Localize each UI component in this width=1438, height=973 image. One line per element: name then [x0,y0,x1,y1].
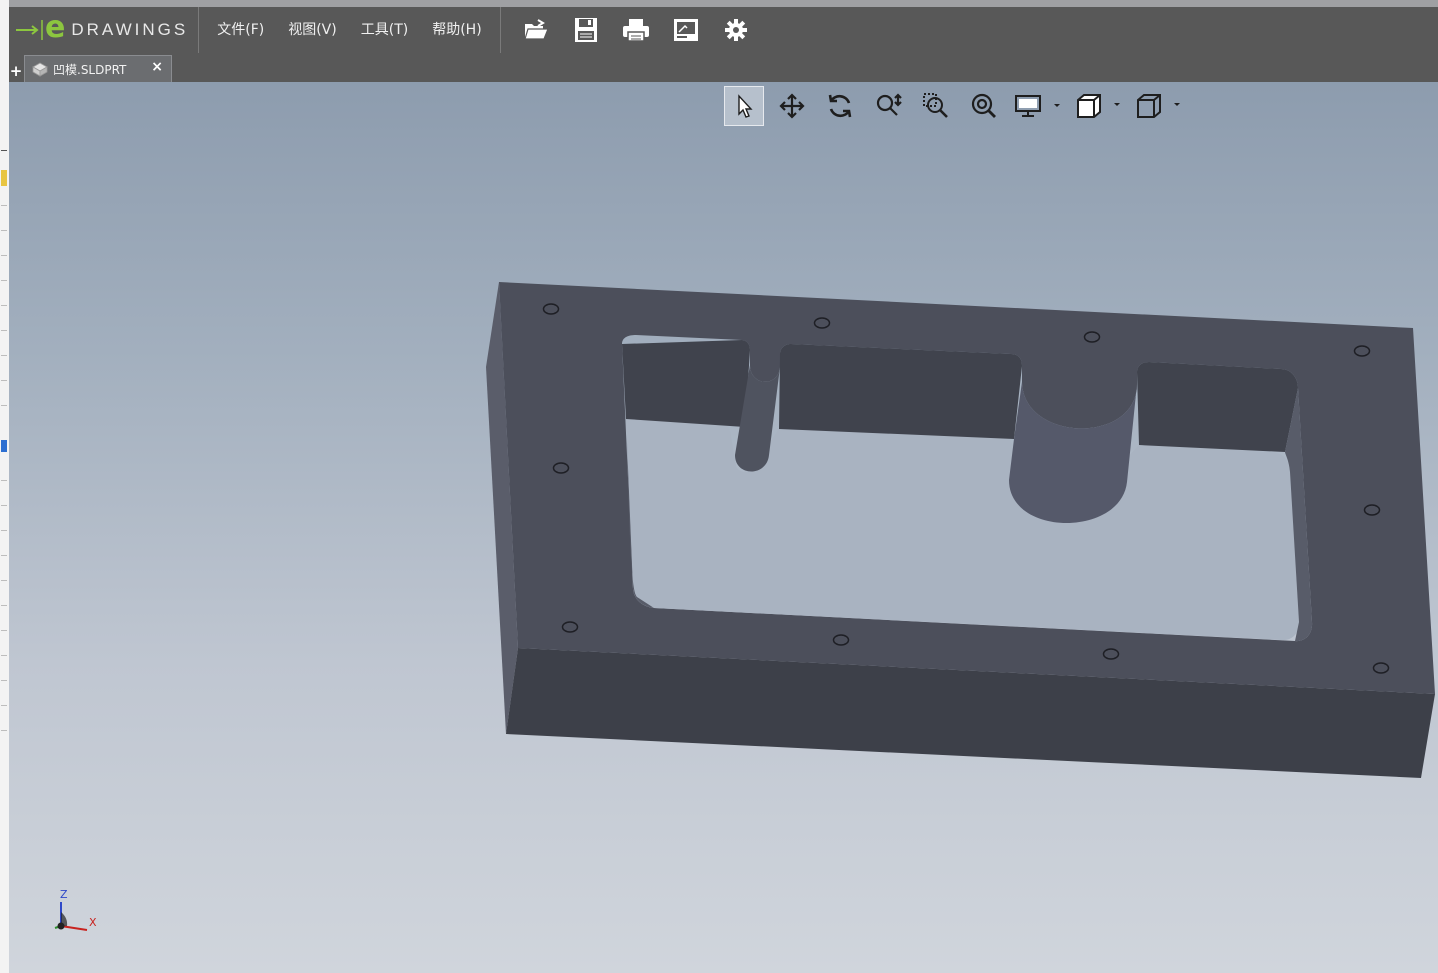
menu-bar: 文件(F) 视图(V) 工具(T) 帮助(H) [199,7,501,53]
tab-document[interactable]: 凹模.SLDPRT × [24,55,172,82]
graphics-viewport[interactable]: Z X [9,82,1438,973]
logo-arrow-icon [15,20,45,40]
edrawings-logo: e DRAWINGS [9,7,200,53]
pocket-wall-back-left [622,340,750,427]
logo-e: e [45,10,66,45]
tab-close-icon[interactable]: × [151,59,163,75]
triad-x-label: X [89,916,97,929]
menu-view[interactable]: 视图(V) [276,7,349,53]
save-icon[interactable] [569,13,603,47]
pocket-floor-opening [626,419,1299,641]
3d-part-model[interactable] [9,82,1438,973]
part-icon [32,62,48,77]
logo-text: DRAWINGS [71,20,189,39]
main-toolbar [501,7,761,53]
settings-gear-icon[interactable] [719,13,753,47]
markup-icon[interactable] [669,13,703,47]
open-folder-icon[interactable] [519,13,553,47]
axis-triad: Z X [51,888,111,938]
menu-tools[interactable]: 工具(T) [349,7,420,53]
menu-help[interactable]: 帮助(H) [420,7,493,53]
tab-label: 凹模.SLDPRT [53,62,127,77]
print-icon[interactable] [619,13,653,47]
title-bar: e DRAWINGS 文件(F) 视图(V) 工具(T) 帮助(H) [9,0,1438,53]
pocket-wall-back-middle [779,344,1022,439]
document-tab-bar: + 凹模.SLDPRT × [9,53,1438,82]
menu-file[interactable]: 文件(F) [205,7,276,53]
pocket-wall-back-right [1137,362,1298,452]
new-tab-plus-icon[interactable]: + [9,63,23,79]
